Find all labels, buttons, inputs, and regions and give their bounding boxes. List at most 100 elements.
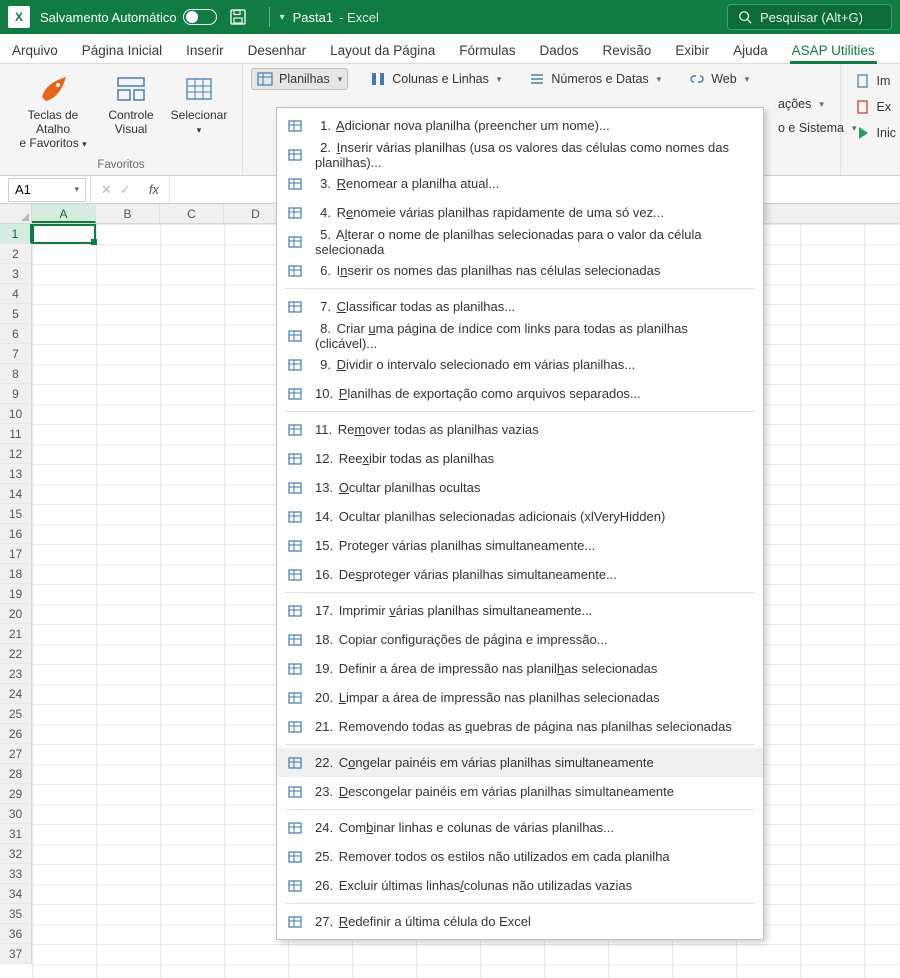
menu-item[interactable]: 18. Copiar configurações de página e imp… bbox=[277, 625, 763, 654]
select-all-corner[interactable] bbox=[0, 204, 32, 223]
name-box[interactable]: A1 ▾ bbox=[8, 178, 86, 202]
partial-acoes-button[interactable]: ações▾ bbox=[772, 94, 863, 114]
column-header[interactable]: B bbox=[96, 204, 160, 223]
row-header[interactable]: 35 bbox=[0, 904, 32, 924]
menu-item[interactable]: 4. Renomeie várias planilhas rapidamente… bbox=[277, 198, 763, 227]
menu-item[interactable]: 2. Inserir várias planilhas (usa os valo… bbox=[277, 140, 763, 169]
import-button[interactable]: Im bbox=[851, 70, 900, 92]
autosave-toggle[interactable] bbox=[183, 9, 217, 25]
visual-control-button[interactable]: ControleVisual bbox=[98, 70, 164, 154]
menu-item[interactable]: 15. Proteger várias planilhas simultanea… bbox=[277, 531, 763, 560]
colunas-linhas-button[interactable]: Colunas e Linhas▾ bbox=[364, 68, 507, 90]
menu-item[interactable]: 26. Excluir últimas linhas/colunas não u… bbox=[277, 871, 763, 900]
tab-revis-o[interactable]: Revisão bbox=[601, 37, 654, 63]
tab-asap-utilities[interactable]: ASAP Utilities bbox=[790, 37, 877, 63]
row-header[interactable]: 11 bbox=[0, 424, 32, 444]
row-header[interactable]: 9 bbox=[0, 384, 32, 404]
row-header[interactable]: 18 bbox=[0, 564, 32, 584]
menu-item[interactable]: 22. Congelar painéis em várias planilhas… bbox=[277, 748, 763, 777]
row-header[interactable]: 4 bbox=[0, 284, 32, 304]
menu-item[interactable]: 23. Descongelar painéis em várias planil… bbox=[277, 777, 763, 806]
row-header[interactable]: 14 bbox=[0, 484, 32, 504]
row-header[interactable]: 29 bbox=[0, 784, 32, 804]
row-header[interactable]: 30 bbox=[0, 804, 32, 824]
menu-item[interactable]: 27. Redefinir a última célula do Excel bbox=[277, 907, 763, 936]
menu-item[interactable]: 3. Renomear a planilha atual... bbox=[277, 169, 763, 198]
tab-inserir[interactable]: Inserir bbox=[184, 37, 226, 63]
column-header[interactable]: A bbox=[32, 204, 96, 223]
menu-item[interactable]: 20. Limpar a área de impressão nas plani… bbox=[277, 683, 763, 712]
tab-dados[interactable]: Dados bbox=[538, 37, 581, 63]
menu-item[interactable]: 8. Criar uma página de índice com links … bbox=[277, 321, 763, 350]
row-header[interactable]: 1 bbox=[0, 224, 32, 244]
row-header[interactable]: 17 bbox=[0, 544, 32, 564]
column-header[interactable]: C bbox=[160, 204, 224, 223]
row-header[interactable]: 7 bbox=[0, 344, 32, 364]
row-header[interactable]: 25 bbox=[0, 704, 32, 724]
row-header[interactable]: 36 bbox=[0, 924, 32, 944]
planilhas-button[interactable]: Planilhas▾ bbox=[251, 68, 348, 90]
row-header[interactable]: 10 bbox=[0, 404, 32, 424]
row-header[interactable]: 16 bbox=[0, 524, 32, 544]
row-header[interactable]: 32 bbox=[0, 844, 32, 864]
menu-item[interactable]: 7. Classificar todas as planilhas... bbox=[277, 292, 763, 321]
numeros-datas-button[interactable]: Números e Datas▾ bbox=[523, 68, 667, 90]
tab-ajuda[interactable]: Ajuda bbox=[731, 37, 770, 63]
tab-f-rmulas[interactable]: Fórmulas bbox=[457, 37, 517, 63]
ribbon-group-favoritos: Teclas de Atalhoe Favoritos ▾ ControleVi… bbox=[0, 64, 243, 175]
row-header[interactable]: 27 bbox=[0, 744, 32, 764]
row-header[interactable]: 23 bbox=[0, 664, 32, 684]
tab-arquivo[interactable]: Arquivo bbox=[10, 37, 60, 63]
menu-item[interactable]: 11. Remover todas as planilhas vazias bbox=[277, 415, 763, 444]
row-header[interactable]: 24 bbox=[0, 684, 32, 704]
row-header[interactable]: 26 bbox=[0, 724, 32, 744]
search-box[interactable]: Pesquisar (Alt+G) bbox=[727, 4, 892, 30]
row-header[interactable]: 2 bbox=[0, 244, 32, 264]
select-button[interactable]: Selecionar▾ bbox=[166, 70, 232, 154]
save-icon[interactable] bbox=[229, 8, 247, 26]
menu-item[interactable]: 14. Ocultar planilhas selecionadas adici… bbox=[277, 502, 763, 531]
menu-item[interactable]: 9. Dividir o intervalo selecionado em vá… bbox=[277, 350, 763, 379]
cancel-icon[interactable]: ✕ bbox=[101, 182, 112, 198]
unfreeze-icon bbox=[285, 782, 305, 802]
doc-chevron-icon[interactable]: ▾ bbox=[280, 12, 285, 23]
web-button[interactable]: Web▾ bbox=[683, 68, 755, 90]
row-header[interactable]: 31 bbox=[0, 824, 32, 844]
row-header[interactable]: 28 bbox=[0, 764, 32, 784]
row-header[interactable]: 21 bbox=[0, 624, 32, 644]
menu-item[interactable]: 24. Combinar linhas e colunas de várias … bbox=[277, 813, 763, 842]
tab-layout-da-p-gina[interactable]: Layout da Página bbox=[328, 37, 437, 63]
row-header[interactable]: 6 bbox=[0, 324, 32, 344]
favoritos-shortcuts-button[interactable]: Teclas de Atalhoe Favoritos ▾ bbox=[10, 70, 96, 154]
protect-icon bbox=[285, 536, 305, 556]
row-header[interactable]: 13 bbox=[0, 464, 32, 484]
tab-desenhar[interactable]: Desenhar bbox=[246, 37, 309, 63]
row-header[interactable]: 33 bbox=[0, 864, 32, 884]
menu-item[interactable]: 1. Adicionar nova planilha (preencher um… bbox=[277, 111, 763, 140]
row-header[interactable]: 3 bbox=[0, 264, 32, 284]
row-header[interactable]: 37 bbox=[0, 944, 32, 964]
row-header[interactable]: 8 bbox=[0, 364, 32, 384]
tab-exibir[interactable]: Exibir bbox=[673, 37, 711, 63]
menu-item[interactable]: 17. Imprimir várias planilhas simultanea… bbox=[277, 596, 763, 625]
row-header[interactable]: 15 bbox=[0, 504, 32, 524]
row-header[interactable]: 34 bbox=[0, 884, 32, 904]
menu-item[interactable]: 25. Remover todos os estilos não utiliza… bbox=[277, 842, 763, 871]
row-header[interactable]: 5 bbox=[0, 304, 32, 324]
row-header[interactable]: 20 bbox=[0, 604, 32, 624]
menu-item[interactable]: 13. Ocultar planilhas ocultas bbox=[277, 473, 763, 502]
menu-item[interactable]: 10. Planilhas de exportação como arquivo… bbox=[277, 379, 763, 408]
menu-item[interactable]: 5. Alterar o nome de planilhas seleciona… bbox=[277, 227, 763, 256]
row-header[interactable]: 12 bbox=[0, 444, 32, 464]
enter-icon[interactable]: ✓ bbox=[120, 182, 131, 198]
row-header[interactable]: 22 bbox=[0, 644, 32, 664]
row-header[interactable]: 19 bbox=[0, 584, 32, 604]
menu-item[interactable]: 6. Inserir os nomes das planilhas nas cé… bbox=[277, 256, 763, 285]
menu-item[interactable]: 21. Removendo todas as quebras de página… bbox=[277, 712, 763, 741]
partial-sistema-button[interactable]: o e Sistema▾ bbox=[772, 118, 863, 138]
menu-item[interactable]: 16. Desproteger várias planilhas simulta… bbox=[277, 560, 763, 589]
fx-icon[interactable]: fx bbox=[149, 182, 159, 197]
tab-p-gina-inicial[interactable]: Página Inicial bbox=[80, 37, 164, 63]
menu-item[interactable]: 12. Reexibir todas as planilhas bbox=[277, 444, 763, 473]
menu-item[interactable]: 19. Definir a área de impressão nas plan… bbox=[277, 654, 763, 683]
